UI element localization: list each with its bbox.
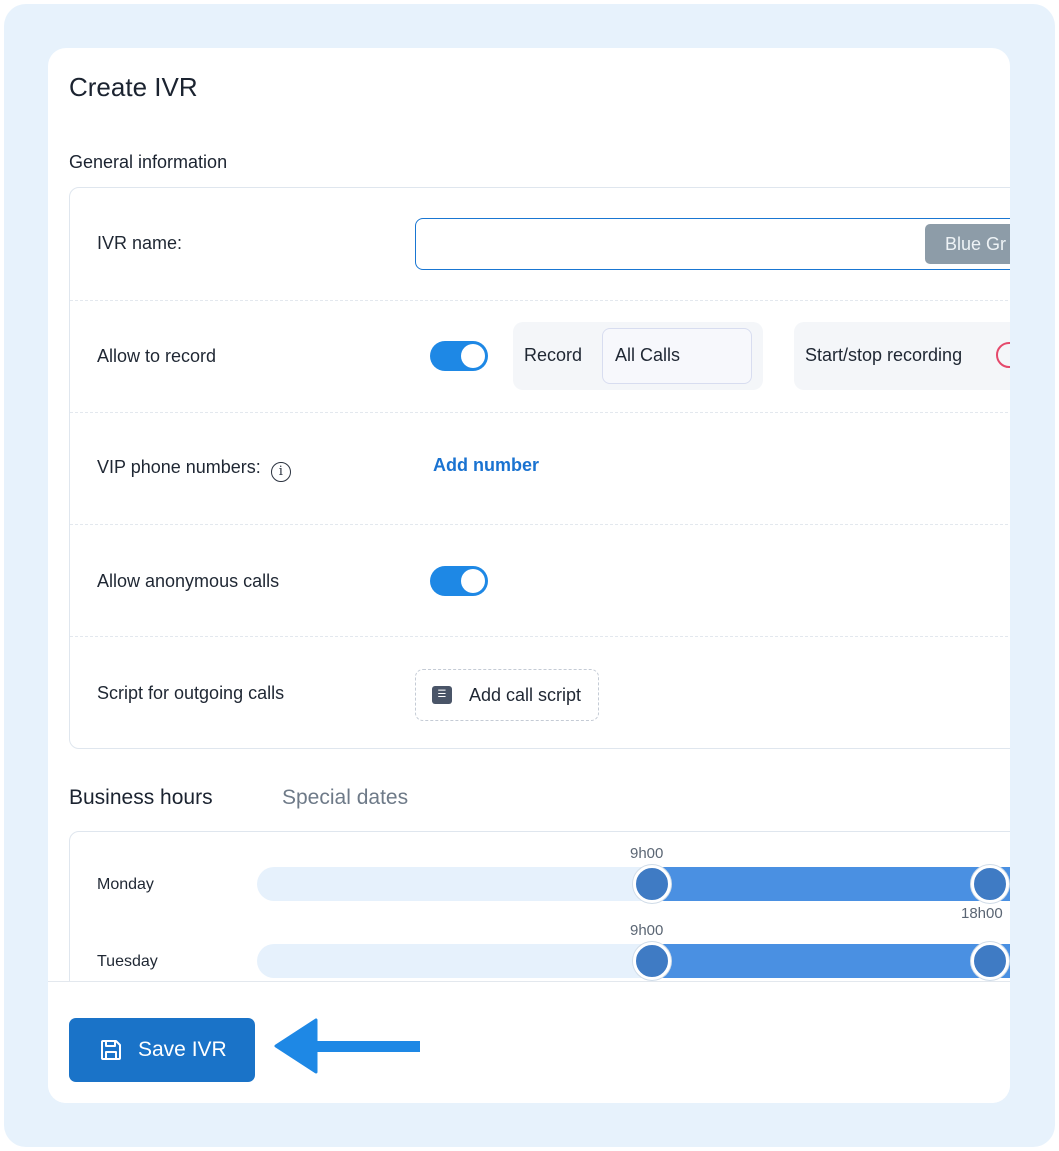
- monday-end-handle[interactable]: [971, 865, 1009, 903]
- tab-special-dates[interactable]: Special dates: [282, 786, 408, 810]
- section-title-general: General information: [69, 152, 228, 172]
- record-label: Record: [524, 345, 583, 365]
- tuesday-hours-track[interactable]: [257, 942, 1010, 980]
- ivr-name-input[interactable]: Blue Gr: [415, 218, 1010, 270]
- monday-start-handle[interactable]: [633, 865, 671, 903]
- vip-numbers-label: VIP phone numbers:: [97, 457, 261, 477]
- create-ivr-card: Create IVR General information IVR name:…: [48, 48, 1010, 1103]
- allow-record-label: Allow to record: [97, 346, 217, 366]
- add-call-script-label: Add call script: [469, 685, 582, 705]
- page-title: Create IVR: [69, 72, 198, 102]
- save-ivr-button[interactable]: Save IVR: [69, 1018, 255, 1082]
- start-stop-recording-label: Start/stop recording: [805, 345, 963, 365]
- group-chip[interactable]: Blue Gr: [925, 224, 1010, 264]
- tab-business-hours[interactable]: Business hours: [69, 786, 213, 810]
- anonymous-calls-label: Allow anonymous calls: [97, 571, 280, 591]
- row-anonymous-calls: Allow anonymous calls: [70, 524, 1010, 637]
- script-outgoing-label: Script for outgoing calls: [97, 683, 285, 703]
- row-allow-record: Allow to record Record All Calls Start/s…: [70, 300, 1010, 413]
- monday-hours-range: [652, 867, 1010, 901]
- monday-hours-track[interactable]: [257, 865, 1010, 903]
- add-call-script-button[interactable]: ☰ Add call script: [415, 669, 599, 721]
- tuesday-start-handle[interactable]: [633, 942, 671, 980]
- pointer-arrow-icon: [274, 1018, 420, 1074]
- general-information-form: IVR name: Blue Gr Allow to record Record…: [69, 187, 1010, 749]
- row-ivr-name: IVR name: Blue Gr: [70, 188, 1010, 301]
- info-icon[interactable]: i: [270, 462, 291, 482]
- vip-numbers-label-wrap: VIP phone numbers: i: [97, 457, 291, 482]
- day-label-monday: Monday: [97, 876, 154, 893]
- start-stop-recording-radio[interactable]: [996, 342, 1010, 368]
- add-number-link[interactable]: Add number: [433, 455, 539, 476]
- floppy-disk-icon: [101, 1040, 121, 1060]
- start-stop-recording-group: Start/stop recording: [794, 322, 1010, 390]
- toggle-knob: [461, 569, 485, 593]
- toggle-knob: [461, 344, 485, 368]
- tuesday-hours-range: [652, 944, 1010, 978]
- record-mode-select[interactable]: All Calls: [602, 328, 752, 384]
- tuesday-start-time: 9h00: [630, 922, 664, 939]
- day-label-tuesday: Tuesday: [97, 953, 158, 970]
- ivr-name-label: IVR name:: [97, 233, 183, 253]
- monday-start-time: 9h00: [630, 845, 664, 862]
- monday-end-time: 18h00: [961, 905, 1003, 922]
- save-ivr-label: Save IVR: [138, 1038, 227, 1061]
- form-footer: Save IVR: [48, 981, 1010, 1103]
- row-vip-numbers: VIP phone numbers: i Add number: [70, 412, 1010, 525]
- checklist-icon: ☰: [432, 686, 452, 704]
- allow-record-toggle[interactable]: [430, 341, 488, 371]
- row-script-outgoing: Script for outgoing calls ☰ Add call scr…: [70, 636, 1010, 748]
- record-mode-group: Record All Calls: [513, 322, 763, 390]
- anonymous-calls-toggle[interactable]: [430, 566, 488, 596]
- tuesday-end-handle[interactable]: [971, 942, 1009, 980]
